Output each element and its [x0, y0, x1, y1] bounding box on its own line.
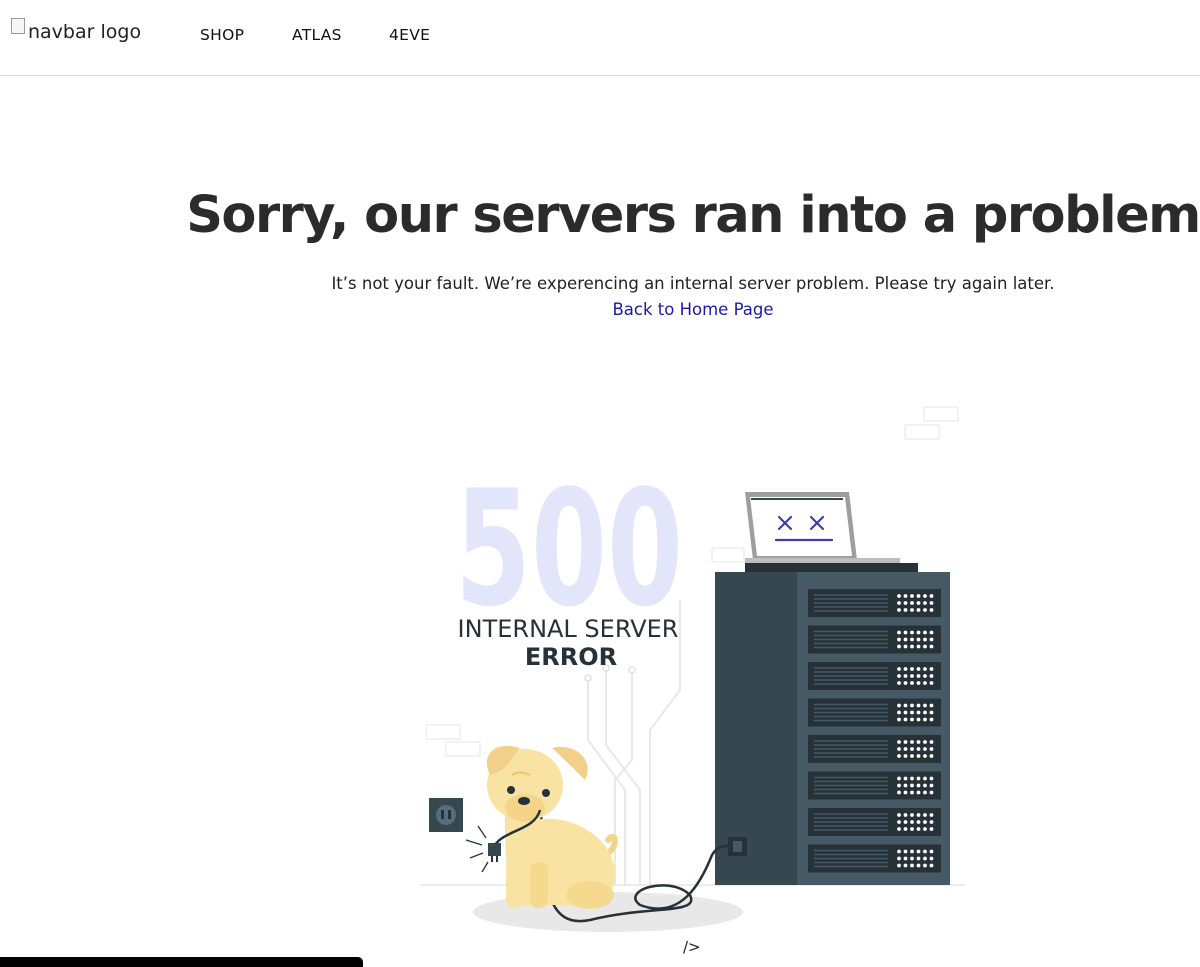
server-unit	[808, 698, 941, 727]
bottom-overlay-bar	[0, 957, 363, 967]
server-unit	[808, 771, 941, 800]
back-to-home-link[interactable]: Back to Home Page	[0, 300, 1200, 319]
error-message: It’s not your fault. We’re experencing a…	[331, 274, 1055, 293]
navbar: navbar logo SHOP ATLAS 4EVE	[0, 0, 1200, 76]
nav-link-4eve[interactable]: 4EVE	[389, 26, 430, 44]
error-title: Sorry, our servers ran into a problem	[186, 186, 1200, 245]
server-unit	[808, 625, 941, 654]
power-outlet-icon	[429, 798, 463, 832]
server-unit	[808, 735, 941, 763]
nav-link-atlas[interactable]: ATLAS	[292, 26, 342, 44]
nav-link-shop[interactable]: SHOP	[200, 26, 244, 44]
code-tag-text: />	[683, 938, 701, 956]
server-unit	[808, 589, 941, 617]
broken-image-icon	[11, 18, 25, 34]
server-unit	[808, 844, 941, 873]
error-label: ERROR	[525, 643, 617, 671]
server-unit	[808, 662, 941, 690]
server-error-illustration: 500 INTERNAL SERVER ERROR	[420, 406, 965, 932]
internal-server-label: INTERNAL SERVER	[458, 615, 679, 643]
error-code-500: 500	[455, 455, 683, 642]
navbar-logo-alt-text: navbar logo	[28, 21, 142, 43]
navbar-logo[interactable]: navbar logo	[11, 18, 142, 44]
laptop-icon	[745, 492, 900, 564]
dog-icon	[486, 745, 618, 909]
server-unit	[808, 808, 941, 836]
